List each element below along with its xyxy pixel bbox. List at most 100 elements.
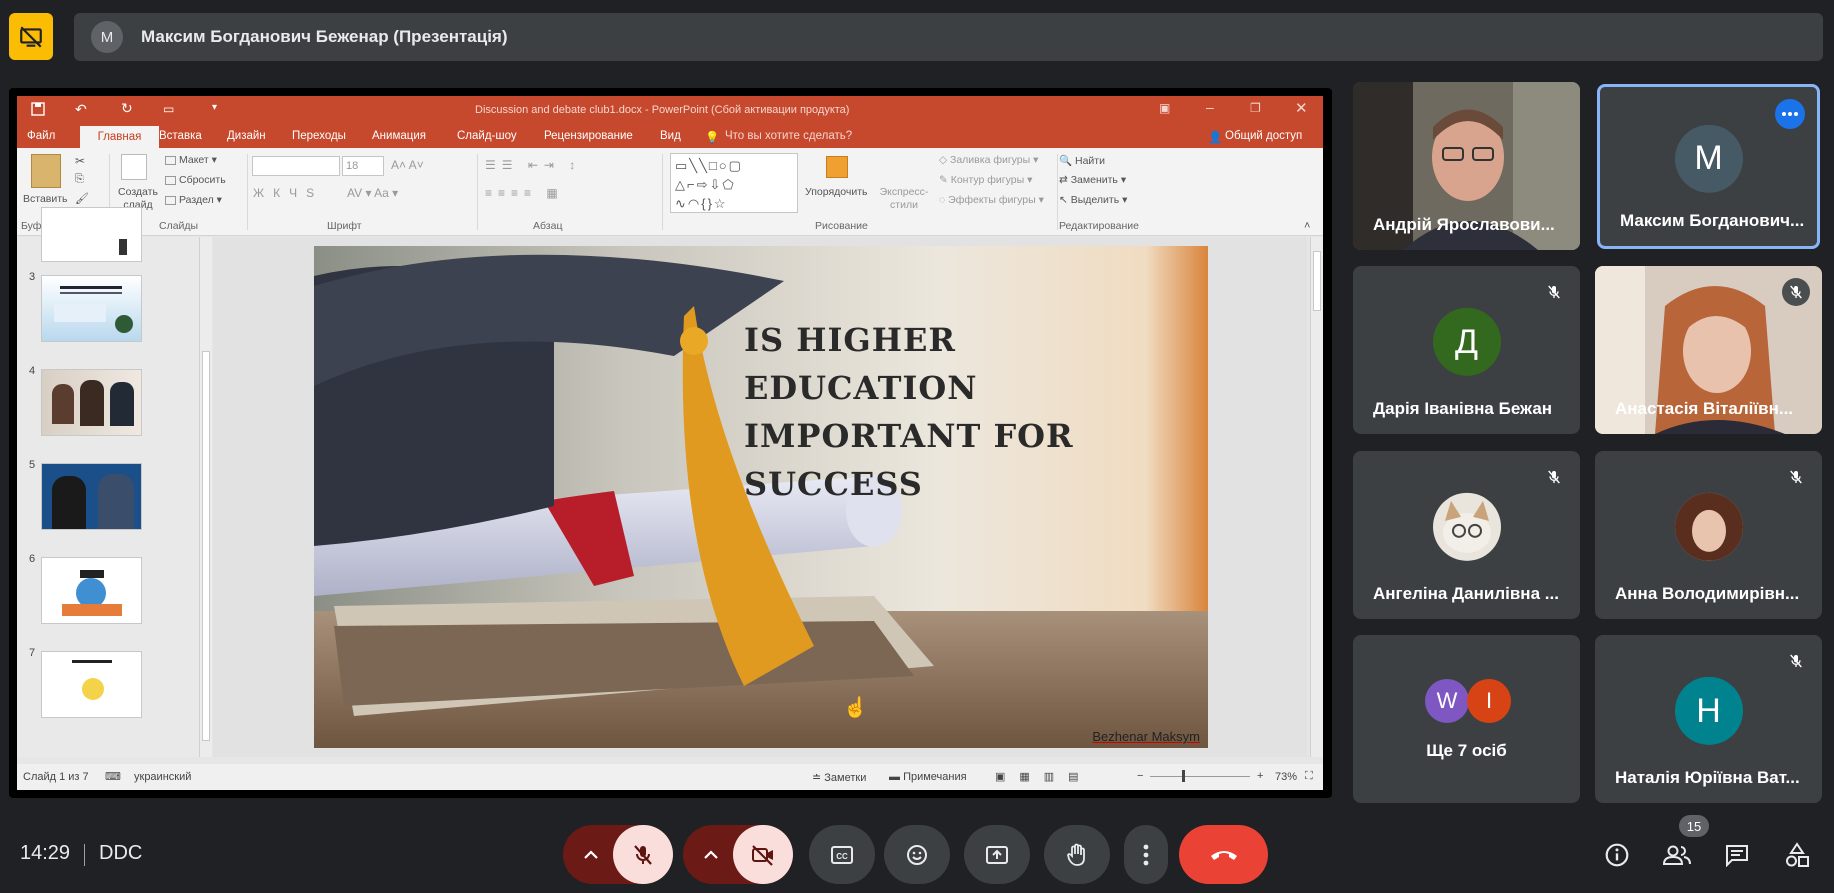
camera-toggle-button[interactable] (733, 825, 793, 884)
mic-off-icon (1782, 647, 1810, 675)
divider (84, 844, 85, 866)
editor-scrollbar[interactable] (1310, 237, 1323, 757)
view-buttons[interactable]: ▣▦▥▤ (995, 770, 1093, 783)
zoom-in-icon[interactable]: + (1257, 770, 1263, 782)
format-painter-icon[interactable]: 🖌 (75, 192, 89, 205)
slide-title[interactable]: IS HIGHER EDUCATION IMPORTANT FOR SUCCES… (744, 316, 1184, 508)
minimize-icon[interactable]: – (1206, 99, 1214, 115)
share-icon: 👤 (1208, 132, 1223, 144)
tell-me-box[interactable]: Что вы хотите сделать? (725, 130, 852, 142)
find-button[interactable]: 🔍 Найти (1059, 154, 1105, 167)
shapes-gallery[interactable]: ▭╲╲□○▢ △⌐⇨⇩⬠ ∿◠{}☆ (670, 153, 798, 213)
paste-button[interactable]: Вставить (23, 193, 68, 205)
avatar: W (1425, 679, 1469, 723)
more-options-button[interactable] (1124, 825, 1168, 884)
section-button[interactable]: Раздел ▾ (165, 194, 222, 206)
tab-animation[interactable]: Анимация (372, 130, 426, 142)
mic-toggle-button[interactable] (613, 825, 673, 884)
slide-thumbnail[interactable] (41, 463, 142, 530)
current-slide[interactable]: IS HIGHER EDUCATION IMPORTANT FOR SUCCES… (314, 246, 1208, 748)
start-slideshow-icon[interactable]: ▭ (163, 102, 174, 116)
comments-button[interactable]: ▬ Примечания (889, 771, 967, 783)
share-button[interactable]: Общий доступ (1225, 130, 1302, 142)
leave-call-button[interactable] (1179, 825, 1268, 884)
tab-design[interactable]: Дизайн (227, 130, 266, 142)
tab-home[interactable]: Главная (80, 126, 159, 148)
redo-icon[interactable]: ↻ (121, 100, 133, 117)
new-slide-icon[interactable] (121, 154, 147, 180)
reset-button[interactable]: Сбросить (165, 174, 226, 186)
mic-off-icon (634, 844, 652, 865)
others-tile[interactable]: W I Ще 7 осіб (1353, 635, 1580, 803)
font-style-icons[interactable]: ЖКЧS (253, 186, 323, 200)
tab-transitions[interactable]: Переходы (292, 130, 346, 142)
tab-file[interactable]: Файл (27, 130, 55, 142)
notes-button[interactable]: ≐ Заметки (812, 771, 866, 784)
activities-button[interactable] (1777, 838, 1817, 872)
video-settings-chevron-icon[interactable] (689, 825, 733, 884)
ribbon-display-icon[interactable]: ▣ (1159, 101, 1170, 115)
font-size-field[interactable]: 18 (342, 156, 384, 176)
language-status[interactable]: украинский (134, 771, 191, 783)
collapse-ribbon-icon[interactable]: ˄ (1304, 220, 1310, 232)
participant-tile[interactable]: Д Дарія Іванівна Бежан (1353, 266, 1580, 434)
zoom-thumb[interactable] (1182, 770, 1185, 782)
shape-outline-button[interactable]: ✎ Контур фигуры ▾ (939, 174, 1032, 186)
font-name-field[interactable] (252, 156, 340, 176)
zoom-slider[interactable] (1150, 776, 1250, 777)
people-button[interactable] (1657, 838, 1697, 872)
arrange-button[interactable]: Упорядочить (805, 186, 867, 198)
bullets-icon[interactable]: ☰☰ ⇤⇥ ↕ (485, 158, 581, 172)
copy-icon[interactable]: ⎘ (75, 173, 84, 186)
shape-effects-button[interactable]: ◌ Эффекты фигуры ▾ (939, 194, 1044, 206)
shape-fill-button[interactable]: ◇ Заливка фигуры ▾ (939, 154, 1038, 166)
spellcheck-icon[interactable]: ⌨ (105, 770, 121, 783)
participant-tile-active[interactable]: M Максим Богданович... (1597, 84, 1820, 249)
zoom-out-icon[interactable]: − (1137, 770, 1143, 782)
align-icons[interactable]: ≡≡≡≡ ▦ (485, 186, 564, 200)
save-icon[interactable] (31, 102, 45, 116)
slide-number: 7 (29, 647, 36, 659)
participant-tile[interactable]: Н Наталія Юріївна Ват... (1595, 635, 1822, 803)
present-button[interactable] (964, 825, 1030, 884)
participant-tile[interactable]: Андрій Ярославови... (1353, 82, 1580, 250)
slide-thumbnail[interactable] (41, 275, 142, 342)
slide-thumbnail[interactable] (41, 369, 142, 436)
replace-button[interactable]: ⇄ Заменить ▾ (1059, 174, 1126, 186)
tab-view[interactable]: Вид (660, 130, 681, 142)
stop-presenting-icon[interactable] (9, 13, 53, 60)
zoom-level[interactable]: 73% (1275, 771, 1297, 783)
tab-insert[interactable]: Вставка (159, 130, 202, 142)
reactions-button[interactable] (884, 825, 950, 884)
slide-author[interactable]: Bezhenar Maksym (1092, 729, 1200, 744)
tab-review[interactable]: Рецензирование (544, 130, 633, 142)
fit-slide-icon[interactable]: ⛶ (1305, 770, 1313, 783)
slide-thumbnail[interactable] (41, 557, 142, 624)
chat-button[interactable] (1717, 838, 1757, 872)
audio-settings-chevron-icon[interactable] (569, 825, 613, 884)
slide-thumbnail[interactable] (41, 207, 142, 262)
grow-font-icon[interactable]: A˄ A˅ (391, 158, 424, 172)
ppt-window-title: Discussion and debate club1.docx - Power… (475, 104, 850, 116)
char-spacing-icon[interactable]: AV ▾ Aa ▾ (347, 186, 398, 200)
participant-tile[interactable]: Анна Володимирівн... (1595, 451, 1822, 619)
quick-styles-button[interactable]: Экспресс-стили (877, 186, 931, 212)
thumbnail-scrollbar[interactable] (199, 237, 212, 757)
slide-thumbnail[interactable] (41, 651, 142, 718)
layout-button[interactable]: Макет ▾ (165, 154, 217, 166)
participant-tile[interactable]: Анастасія Віталіївн... (1595, 266, 1822, 434)
participant-tile[interactable]: Ангеліна Данилівна ... (1353, 451, 1580, 619)
customize-toolbar-icon[interactable]: ▾ (212, 102, 217, 113)
avatar-photo (1432, 492, 1501, 561)
cut-icon[interactable]: ✂ (75, 154, 85, 168)
meeting-details-button[interactable] (1597, 838, 1637, 872)
raise-hand-button[interactable] (1044, 825, 1110, 884)
more-options-icon[interactable] (1775, 99, 1805, 129)
paste-icon[interactable] (31, 154, 61, 188)
tab-slideshow[interactable]: Слайд-шоу (457, 130, 517, 142)
captions-button[interactable]: CC (809, 825, 875, 884)
restore-icon[interactable]: ❐ (1250, 101, 1261, 115)
select-button[interactable]: ↖ Выделить ▾ (1059, 194, 1127, 206)
undo-icon[interactable]: ↶ (75, 101, 87, 118)
close-icon[interactable]: ✕ (1295, 99, 1308, 117)
